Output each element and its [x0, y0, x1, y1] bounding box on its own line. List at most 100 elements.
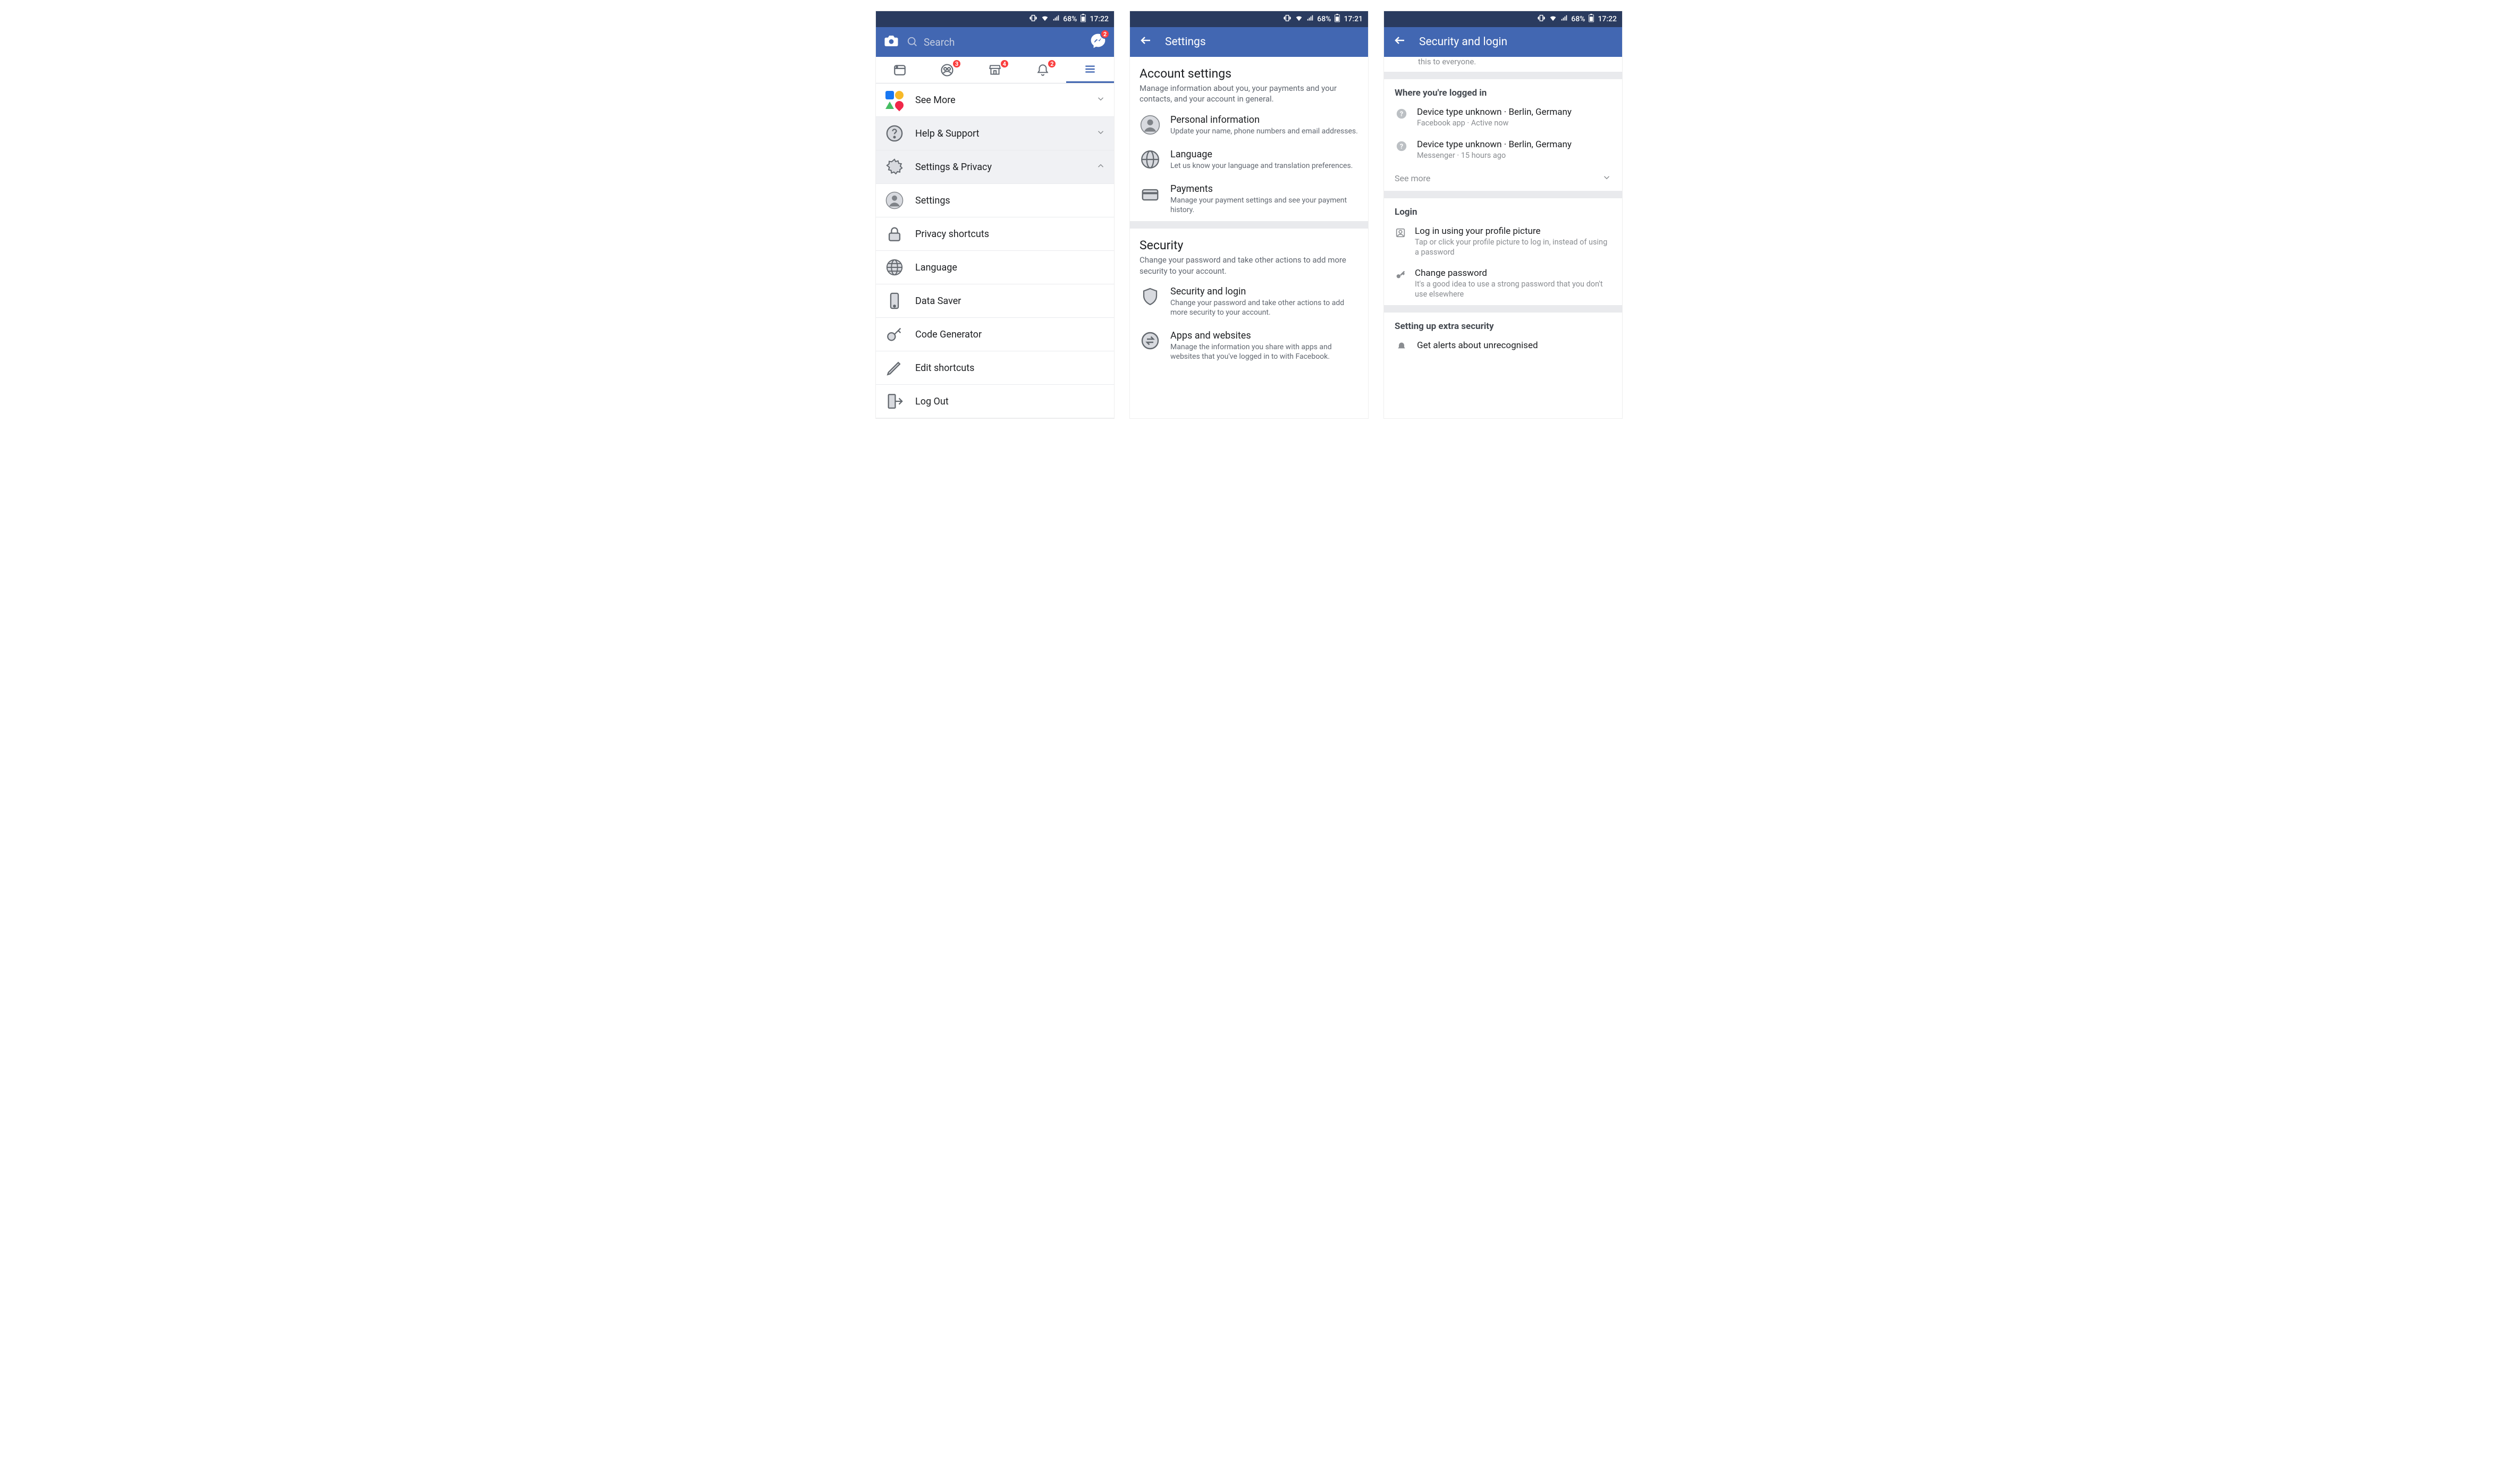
tab-newsfeed[interactable] [876, 57, 924, 83]
block-title: Security [1140, 238, 1358, 252]
battery-icon [1080, 14, 1086, 24]
tab-strip: 3 4 2 [876, 57, 1114, 83]
header-title: Settings [1165, 36, 1206, 48]
item-personal-info[interactable]: Personal information Update your name, p… [1130, 108, 1368, 142]
menu-privacy-shortcuts[interactable]: Privacy shortcuts [876, 217, 1114, 251]
group-where-logged-in: Where you're logged in [1384, 79, 1622, 102]
wifi-icon [1041, 14, 1049, 24]
menu-settings[interactable]: Settings [876, 184, 1114, 217]
menu-language[interactable]: Language [876, 251, 1114, 284]
menu-code-generator[interactable]: Code Generator [876, 318, 1114, 351]
header-title: Security and login [1419, 36, 1507, 48]
battery-icon [1588, 14, 1594, 24]
battery-icon [1334, 14, 1340, 24]
friends-badge: 3 [952, 59, 961, 69]
svg-text:?: ? [1400, 142, 1403, 150]
item-desc: Update your name, phone numbers and emai… [1170, 127, 1358, 136]
see-more-icon [884, 90, 905, 110]
profile-icon [1395, 226, 1406, 258]
item-security-login[interactable]: Security and login Change your password … [1130, 280, 1368, 324]
separator [1384, 72, 1622, 79]
menu-label: Log Out [915, 396, 949, 407]
item-apps-websites[interactable]: Apps and websites Manage the information… [1130, 324, 1368, 368]
menu-log-out[interactable]: Log Out [876, 385, 1114, 418]
item-payments[interactable]: Payments Manage your payment settings an… [1130, 177, 1368, 221]
session-title: Device type unknown · Berlin, Germany [1417, 107, 1572, 117]
menu-list: See More Help & Support Settings & Priva… [876, 83, 1114, 418]
swap-icon [1140, 330, 1161, 351]
person-icon [884, 190, 905, 210]
messenger-button[interactable]: 2 [1090, 32, 1107, 52]
camera-icon[interactable] [883, 33, 899, 51]
account-settings-block: Account settings Manage information abou… [1130, 57, 1368, 108]
menu-label: Data Saver [915, 296, 961, 307]
block-desc: Change your password and take other acti… [1140, 255, 1358, 276]
session-row[interactable]: ? Device type unknown · Berlin, Germany … [1384, 134, 1622, 166]
menu-label: See More [915, 95, 956, 106]
question-icon: ? [1395, 139, 1408, 161]
menu-settings-privacy[interactable]: Settings & Privacy [876, 150, 1114, 184]
item-title: Apps and websites [1170, 330, 1358, 341]
status-bar: 68% 17:22 [1384, 11, 1622, 27]
settings-body: Account settings Manage information abou… [1130, 57, 1368, 418]
see-more-row[interactable]: See more [1384, 166, 1622, 191]
menu-data-saver[interactable]: Data Saver [876, 284, 1114, 318]
clock: 17:22 [1090, 15, 1109, 23]
settings-header: Settings [1130, 27, 1368, 57]
session-desc: Messenger · 15 hours ago [1417, 151, 1572, 161]
security-header: Security and login [1384, 27, 1622, 57]
tab-friends[interactable]: 3 [924, 57, 972, 83]
vibrate-icon [1283, 14, 1292, 24]
phone-icon [884, 291, 905, 311]
item-desc: Manage your payment settings and see you… [1170, 196, 1358, 215]
logout-icon [884, 391, 905, 411]
gear-icon [884, 157, 905, 177]
menu-see-more[interactable]: See More [876, 83, 1114, 117]
person-icon [1140, 114, 1161, 136]
phone-settings: 68% 17:21 Settings Account settings Mana… [1129, 11, 1369, 419]
item-login-profile-pic[interactable]: Log in using your profile picture Tap or… [1384, 221, 1622, 263]
chevron-down-icon [1602, 173, 1611, 184]
block-title: Account settings [1140, 66, 1358, 81]
item-title: Get alerts about unrecognised [1417, 340, 1538, 351]
lock-icon [884, 224, 905, 244]
session-desc: Facebook app · Active now [1417, 119, 1572, 129]
item-get-alerts[interactable]: Get alerts about unrecognised [1384, 335, 1622, 357]
notif-badge: 2 [1047, 59, 1057, 69]
security-body: this to everyone. Where you're logged in… [1384, 57, 1622, 418]
pencil-icon [884, 358, 905, 378]
item-title: Change password [1415, 268, 1611, 279]
item-change-password[interactable]: Change password It's a good idea to use … [1384, 263, 1622, 305]
menu-edit-shortcuts[interactable]: Edit shortcuts [876, 351, 1114, 385]
tab-menu[interactable] [1066, 57, 1114, 83]
battery-pct: 68% [1063, 15, 1077, 23]
phone-menu: 68% 17:22 Search 2 3 4 2 [875, 11, 1115, 419]
item-title: Language [1170, 149, 1353, 160]
item-language[interactable]: Language Let us know your language and t… [1130, 142, 1368, 177]
menu-help-support[interactable]: Help & Support [876, 117, 1114, 150]
item-title: Log in using your profile picture [1415, 226, 1611, 237]
clock: 17:22 [1598, 15, 1617, 23]
back-button[interactable] [1140, 34, 1152, 50]
wifi-icon [1549, 14, 1557, 24]
key-icon [1395, 268, 1406, 300]
item-title: Personal information [1170, 114, 1358, 125]
signal-icon [1560, 14, 1568, 24]
signal-icon [1306, 14, 1314, 24]
menu-label: Settings [915, 195, 950, 206]
battery-pct: 68% [1571, 15, 1585, 23]
tab-marketplace[interactable]: 4 [971, 57, 1019, 83]
menu-label: Help & Support [915, 128, 980, 139]
tab-notifications[interactable]: 2 [1019, 57, 1067, 83]
see-more-label: See more [1395, 173, 1430, 183]
globe-icon [884, 257, 905, 277]
bell-icon [1395, 340, 1408, 352]
group-extra-security: Setting up extra security [1384, 313, 1622, 335]
session-title: Device type unknown · Berlin, Germany [1417, 139, 1572, 150]
session-row[interactable]: ? Device type unknown · Berlin, Germany … [1384, 102, 1622, 134]
status-bar: 68% 17:22 [876, 11, 1114, 27]
market-badge: 4 [1000, 59, 1009, 69]
shield-icon [1140, 286, 1161, 307]
search-field[interactable]: Search [907, 36, 1082, 48]
back-button[interactable] [1394, 34, 1406, 50]
